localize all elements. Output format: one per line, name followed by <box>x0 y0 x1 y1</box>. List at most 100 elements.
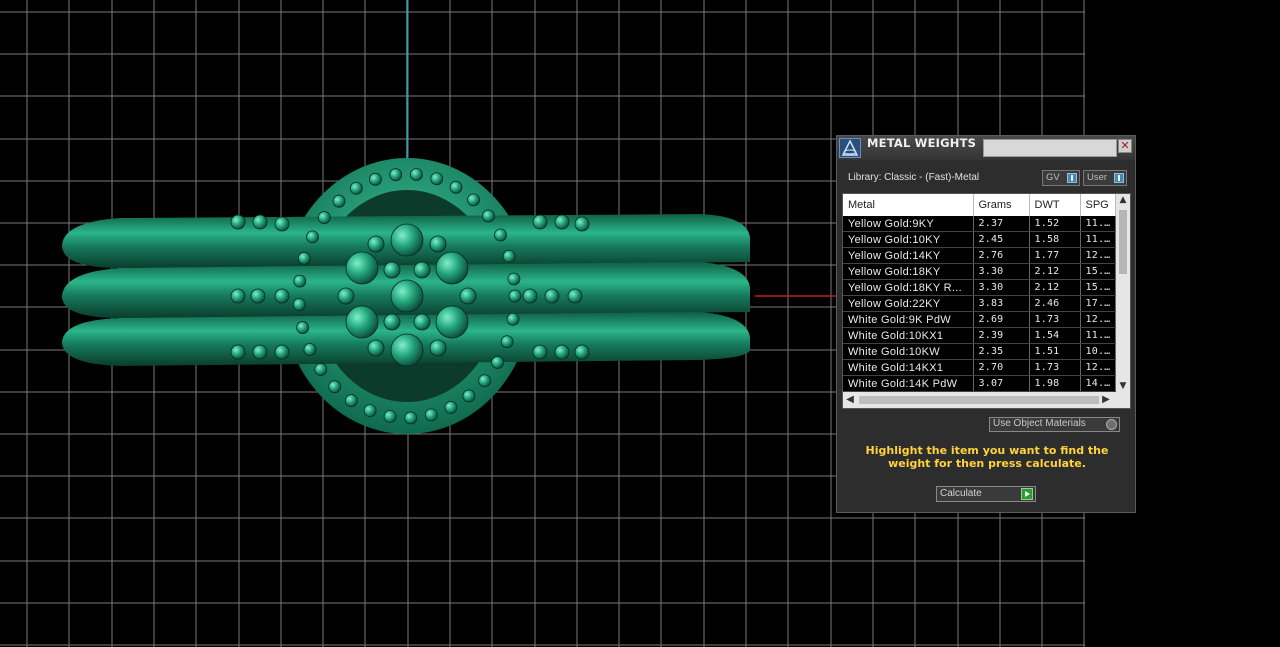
table-cell-metal: White Gold:9K PdW <box>843 311 974 328</box>
table-cell-metal: Yellow Gold:18KY R... <box>843 279 974 296</box>
table-row[interactable]: White Gold:9K PdW 2.69 1.73 12.55 <box>843 311 1116 328</box>
table-cell-metal: White Gold:14KX1 <box>843 359 974 376</box>
library-label: Library: Classic - (Fast)-Metal <box>848 172 980 183</box>
table-row[interactable]: Yellow Gold:22KY 3.83 2.46 17.89 <box>843 295 1116 312</box>
gem-bead <box>435 305 469 339</box>
scrollbar-thumb[interactable] <box>859 396 1099 404</box>
gem-bead <box>424 408 438 422</box>
gem-bead <box>296 321 310 334</box>
table-cell-grams: 2.76 <box>973 247 1030 264</box>
gem-bead <box>459 287 477 305</box>
column-header-grams[interactable]: Grams <box>973 194 1030 216</box>
scroll-left-icon[interactable]: ◀ <box>843 392 857 408</box>
vertical-scrollbar[interactable]: ▲ ▼ <box>1116 194 1130 392</box>
user-toggle-label: User <box>1087 172 1108 183</box>
gem-bead <box>429 339 447 357</box>
gem-bead <box>314 363 328 376</box>
column-header-metal[interactable]: Metal <box>843 194 974 216</box>
gem-bead <box>410 168 423 181</box>
scroll-up-icon[interactable]: ▲ <box>1116 194 1130 206</box>
gem-bead <box>554 344 570 360</box>
gem-bead <box>404 411 418 425</box>
gem-bead <box>292 298 306 311</box>
gem-bead <box>506 312 520 326</box>
gem-bead <box>567 288 583 304</box>
gem-bead <box>367 235 385 253</box>
gem-bead <box>544 288 560 304</box>
calculate-label: Calculate <box>940 488 982 499</box>
table-cell-spg: 10.99 <box>1080 343 1116 360</box>
gem-bead <box>345 305 379 339</box>
gem-bead <box>252 344 268 360</box>
gem-bead <box>532 344 548 360</box>
table-cell-metal: White Gold:14K PdW <box>843 375 974 392</box>
gem-bead <box>532 214 548 230</box>
dialog-title: METAL WEIGHTS <box>867 136 977 150</box>
table-cell-dwt: 1.58 <box>1029 231 1081 248</box>
table-cell-grams: 2.45 <box>973 231 1030 248</box>
gem-bead <box>554 214 570 230</box>
close-icon[interactable]: ✕ <box>1118 139 1132 153</box>
table-row[interactable]: White Gold:14K PdW 3.07 1.98 14.37 <box>843 375 1116 392</box>
gem-bead <box>508 289 522 303</box>
ring-model[interactable] <box>62 158 750 434</box>
gem-bead <box>274 344 290 360</box>
horizontal-scrollbar[interactable]: ◀ ▶ <box>843 392 1130 408</box>
play-arrow-icon <box>1021 488 1033 500</box>
table-row[interactable]: Yellow Gold:10KY 2.45 1.58 11.43 <box>843 231 1116 248</box>
column-header-spg[interactable]: SPG <box>1080 194 1116 216</box>
column-header-dwt[interactable]: DWT <box>1029 194 1081 216</box>
gem-bead <box>462 389 476 403</box>
table-cell-dwt: 2.12 <box>1029 263 1081 280</box>
gem-bead <box>344 394 358 407</box>
table-cell-metal: White Gold:10KX1 <box>843 327 974 344</box>
use-object-materials-toggle[interactable]: Use Object Materials <box>989 417 1120 432</box>
user-toggle[interactable]: User <box>1083 170 1127 186</box>
table-row[interactable]: Yellow Gold:9KY 2.37 1.52 11.08 <box>843 216 1116 232</box>
gem-bead <box>413 313 431 331</box>
gem-bead <box>383 410 397 423</box>
table-cell-spg: 15.41 <box>1080 279 1116 296</box>
table-cell-dwt: 2.46 <box>1029 295 1081 312</box>
table-row[interactable]: Yellow Gold:14KY 2.76 1.77 12.88 <box>843 247 1116 264</box>
scroll-down-icon[interactable]: ▼ <box>1116 380 1130 392</box>
gem-bead <box>500 335 514 349</box>
gv-toggle-label: GV <box>1046 172 1060 183</box>
table-cell-grams: 3.83 <box>973 295 1030 312</box>
table-row[interactable]: White Gold:10KW 2.35 1.51 10.99 <box>843 343 1116 360</box>
table-cell-grams: 3.07 <box>973 375 1030 392</box>
table-cell-grams: 3.30 <box>973 279 1030 296</box>
gem-bead <box>303 343 317 356</box>
metal-table[interactable]: Metal Grams DWT SPG Yellow Gold:9KY 2.37 1… <box>843 194 1116 392</box>
dialog-titlebar[interactable]: METAL WEIGHTS ✕ <box>837 136 1135 160</box>
gv-toggle[interactable]: GV <box>1042 170 1080 186</box>
gem-bead <box>502 249 516 263</box>
gem-bead <box>363 404 377 418</box>
table-row[interactable]: White Gold:10KX1 2.39 1.54 11.18 <box>843 327 1116 344</box>
table-row[interactable]: White Gold:14KX1 2.70 1.73 12.61 <box>843 359 1116 376</box>
metal-weights-dialog: METAL WEIGHTS ✕ Library: Classic - (Fast… <box>836 135 1136 513</box>
metal-table-container[interactable]: Metal Grams DWT SPG Yellow Gold:9KY 2.37 1… <box>842 193 1131 409</box>
gem-bead <box>390 333 424 367</box>
gem-bead <box>345 251 379 285</box>
table-cell-dwt: 1.52 <box>1029 216 1081 232</box>
gem-bead <box>390 279 424 313</box>
scroll-right-icon[interactable]: ▶ <box>1099 392 1113 408</box>
app-logo-icon <box>839 138 861 158</box>
table-row[interactable]: Yellow Gold:18KY R... 3.30 2.12 15.41 <box>843 279 1116 296</box>
scrollbar-thumb[interactable] <box>1119 210 1127 274</box>
table-cell-grams: 2.37 <box>973 216 1030 232</box>
titlebar-strip <box>983 139 1117 157</box>
table-row[interactable]: Yellow Gold:18KY 3.30 2.12 15.41 <box>843 263 1116 280</box>
table-cell-spg: 11.43 <box>1080 231 1116 248</box>
calculate-button[interactable]: Calculate <box>936 486 1036 502</box>
table-cell-metal: Yellow Gold:14KY <box>843 247 974 264</box>
gem-bead <box>574 216 590 232</box>
gem-bead <box>413 261 431 279</box>
gem-bead <box>507 272 521 286</box>
table-cell-spg: 12.61 <box>1080 359 1116 376</box>
table-cell-dwt: 1.77 <box>1029 247 1081 264</box>
table-cell-dwt: 1.98 <box>1029 375 1081 392</box>
gem-bead <box>230 214 246 230</box>
gem-bead <box>367 339 385 357</box>
